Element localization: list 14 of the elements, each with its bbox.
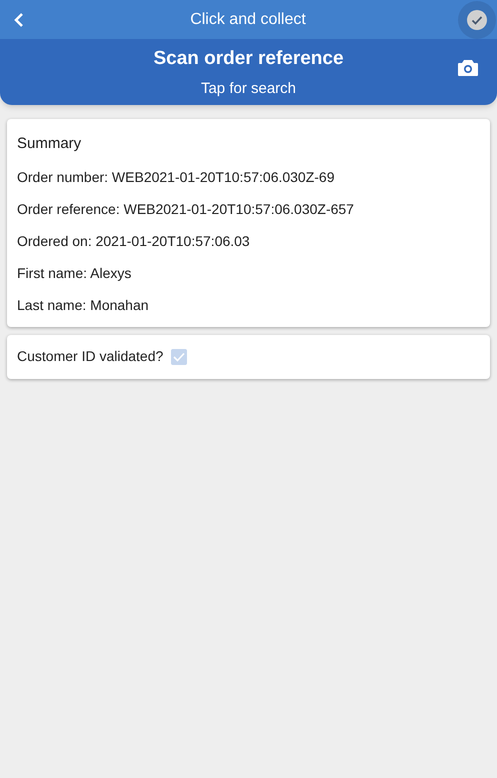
scan-title: Scan order reference [153, 46, 344, 70]
back-icon [14, 12, 24, 26]
camera-icon[interactable] [457, 59, 479, 77]
check-icon [467, 10, 487, 30]
summary-title: Summary [17, 134, 82, 154]
summary-line: Order number: WEB2021-01-20T10:57:06.030Z-69 [17, 168, 336, 186]
summary-line: Last name: Monahan [17, 296, 150, 314]
scan-banner[interactable]: Scan order reference Tap for search [0, 39, 497, 105]
validation-label: Customer ID validated? [17, 347, 164, 366]
scan-subtitle: Tap for search [200, 80, 296, 98]
summary-line: First name: Alexys [17, 264, 132, 282]
summary-line: Order reference: WEB2021-01-20T10:57:06.030Z-657 [17, 200, 355, 218]
summary-line: Ordered on: 2021-01-20T10:57:06.03 [17, 232, 251, 250]
app-title: Click and collect [190, 10, 306, 28]
